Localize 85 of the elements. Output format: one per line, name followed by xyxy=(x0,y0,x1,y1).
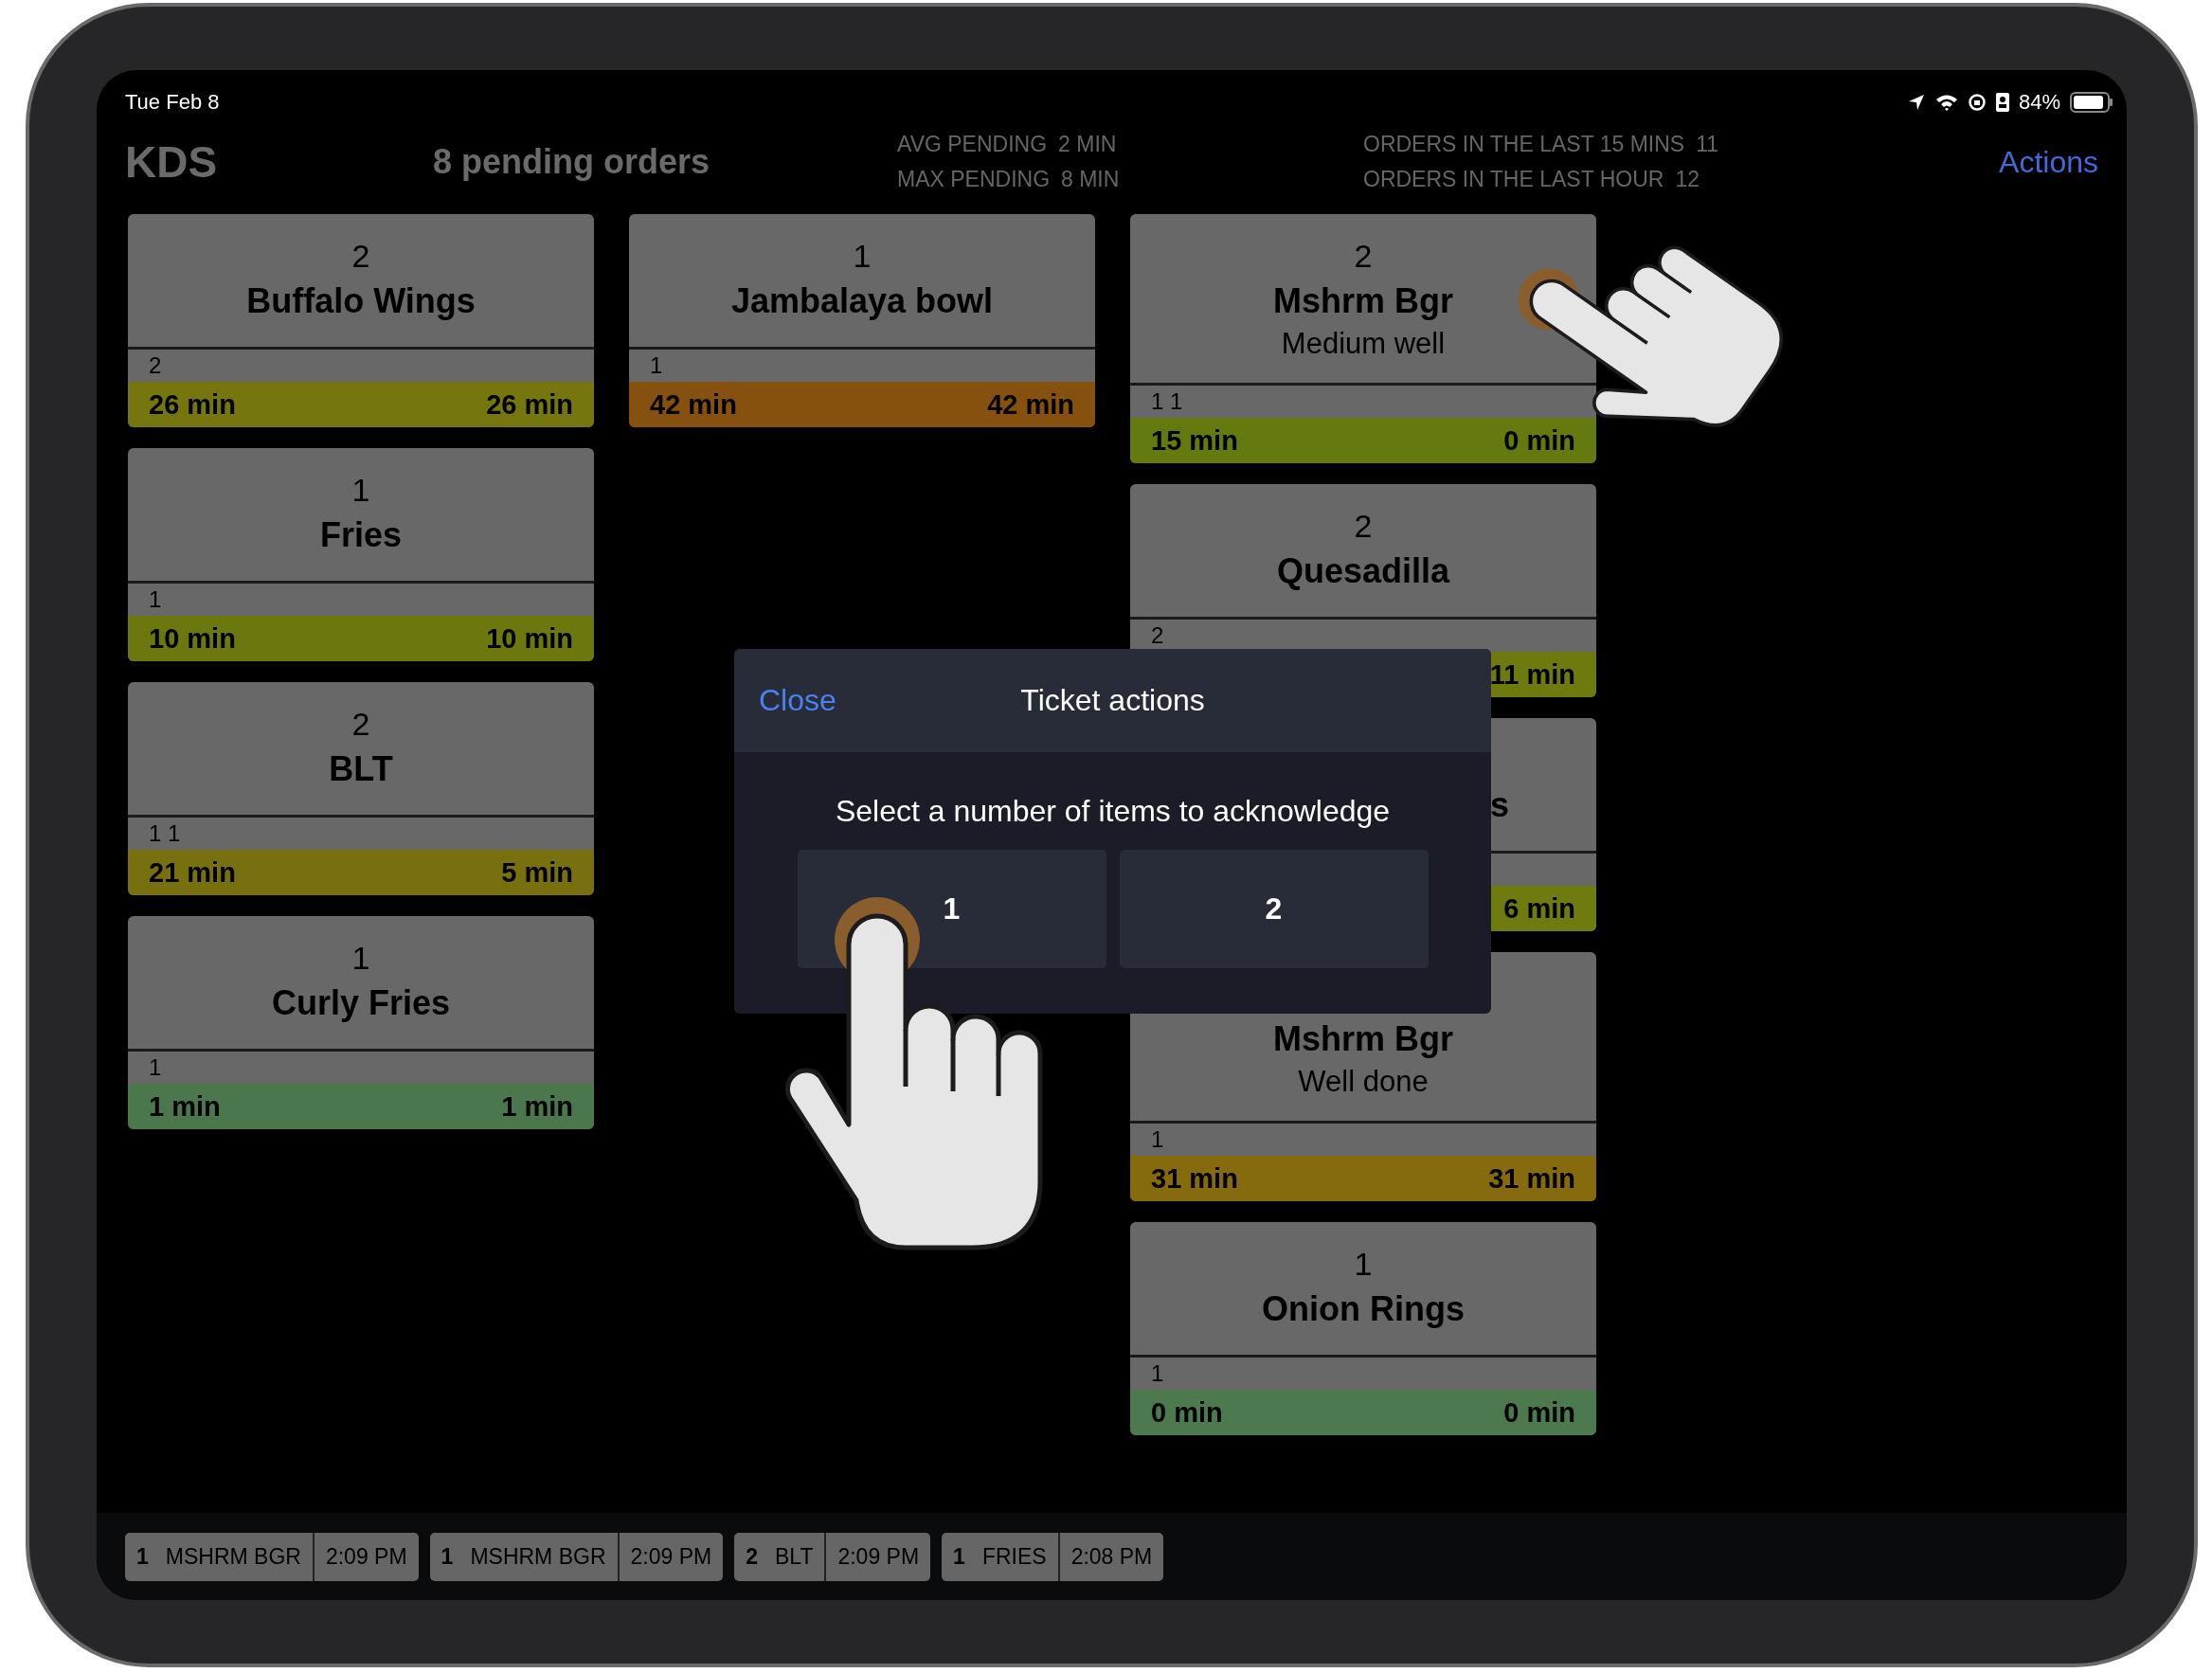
elapsed-time: 10 min xyxy=(149,622,236,655)
chip-time: 2:09 PM xyxy=(324,1542,408,1571)
seat-numbers: 1 xyxy=(149,586,162,612)
orders-stat: ORDERS IN THE LAST HOUR 12 xyxy=(1363,167,1700,192)
chip-time: 2:09 PM xyxy=(836,1542,921,1571)
elapsed-time: 21 min xyxy=(149,856,236,889)
chip-item: MSHRM BGR xyxy=(159,1532,315,1581)
order-card[interactable]: 2 Buffalo Wings 2 26 min 26 min xyxy=(128,214,594,427)
chip-item: FRIES xyxy=(976,1532,1060,1581)
item-quantity: 1 xyxy=(351,939,370,978)
chip-count: 1 xyxy=(952,1542,966,1571)
remaining-time: 31 min xyxy=(1488,1162,1575,1195)
recent-order-chip[interactable]: 2 BLT 2:09 PM xyxy=(734,1532,931,1581)
item-quantity: 1 xyxy=(1354,1245,1373,1284)
remaining-time: 5 min xyxy=(501,856,573,889)
portrait-icon xyxy=(1995,93,2009,112)
item-modifier: Medium well xyxy=(1281,326,1446,362)
chip-count: 2 xyxy=(745,1542,759,1571)
pending-stat: MAX PENDING 8 MIN xyxy=(897,167,1121,192)
wifi-icon xyxy=(1934,94,1958,111)
actions-button[interactable]: Actions xyxy=(1999,144,2098,180)
item-modifier: Well done xyxy=(1298,1064,1429,1100)
item-name: Onion Rings xyxy=(1262,1288,1465,1330)
chip-item: BLT xyxy=(768,1532,827,1581)
order-card[interactable]: 2 BLT 1 1 21 min 5 min xyxy=(128,682,594,895)
dialog-prompt: Select a number of items to acknowledge xyxy=(835,794,1391,829)
item-name: Mshrm Bgr xyxy=(1273,1018,1453,1060)
remaining-time: 42 min xyxy=(987,388,1074,421)
item-quantity: 1 xyxy=(351,471,370,510)
status-date: Tue Feb 8 xyxy=(125,90,220,115)
item-name: s xyxy=(1489,784,1509,826)
chip-count: 1 xyxy=(135,1542,150,1571)
item-quantity: 2 xyxy=(351,705,370,744)
recent-order-chip[interactable]: 1 MSHRM BGR 2:09 PM xyxy=(429,1532,724,1581)
recent-order-chip[interactable]: 1 MSHRM BGR 2:09 PM xyxy=(125,1532,419,1581)
item-name: Buffalo Wings xyxy=(246,280,476,322)
orders-stat: ORDERS IN THE LAST 15 MINS 11 xyxy=(1363,132,1720,157)
elapsed-time: 42 min xyxy=(650,388,737,421)
order-card[interactable]: 1 Jambalaya bowl 1 42 min 42 min xyxy=(629,214,1095,427)
chip-count: 1 xyxy=(440,1542,455,1571)
order-card[interactable]: 1 Curly Fries 1 1 min 1 min xyxy=(128,916,594,1129)
seat-numbers: 1 xyxy=(1151,1360,1164,1386)
elapsed-time: 1 min xyxy=(149,1090,221,1123)
remaining-time: 1 min xyxy=(501,1090,573,1123)
seat-numbers: 1 xyxy=(149,1054,162,1080)
pending-stat: AVG PENDING 2 MIN xyxy=(897,132,1118,157)
recent-order-chip[interactable]: 1 FRIES 2:08 PM xyxy=(942,1532,1164,1581)
seat-numbers: 1 xyxy=(1151,1126,1164,1152)
seat-numbers: 1 1 xyxy=(1151,388,1183,414)
remaining-time: 6 min xyxy=(1503,892,1575,925)
seat-numbers: 1 1 xyxy=(149,820,181,846)
close-button[interactable]: Close xyxy=(759,683,836,718)
chip-item: MSHRM BGR xyxy=(464,1532,620,1581)
elapsed-time: 31 min xyxy=(1151,1162,1238,1195)
item-name: BLT xyxy=(329,748,393,790)
item-name: Jambalaya bowl xyxy=(730,280,994,322)
item-quantity: 2 xyxy=(351,237,370,276)
item-quantity: 2 xyxy=(1354,507,1373,546)
seat-numbers: 1 xyxy=(650,352,663,378)
elapsed-time: 0 min xyxy=(1151,1396,1223,1429)
pending-orders: 8 pending orders xyxy=(433,142,711,182)
remaining-time: 26 min xyxy=(486,388,573,421)
item-quantity: 1 xyxy=(853,237,872,276)
order-card[interactable]: 1 Onion Rings 1 0 min 0 min xyxy=(1130,1222,1596,1435)
seat-numbers: 2 xyxy=(1151,622,1164,648)
chip-time: 2:09 PM xyxy=(629,1542,713,1571)
order-card[interactable]: 1 Fries 1 10 min 10 min xyxy=(128,448,594,661)
item-name: Mshrm Bgr xyxy=(1273,280,1453,322)
rotation-lock-icon xyxy=(1967,93,1987,112)
quantity-option[interactable]: 2 xyxy=(1119,850,1429,968)
elapsed-time: 26 min xyxy=(149,388,236,421)
remaining-time: 10 min xyxy=(486,622,573,655)
elapsed-time: 15 min xyxy=(1151,424,1238,457)
app-title: KDS xyxy=(125,136,219,188)
item-quantity: 2 xyxy=(1354,237,1373,276)
remaining-time: 11 min xyxy=(1489,658,1575,691)
remaining-time: 0 min xyxy=(1503,1396,1575,1429)
item-name: Curly Fries xyxy=(271,982,451,1024)
item-name: Fries xyxy=(319,514,402,556)
seat-numbers: 2 xyxy=(149,352,162,378)
remaining-time: 0 min xyxy=(1503,424,1575,457)
battery-icon xyxy=(2070,92,2113,113)
item-name: Quesadilla xyxy=(1276,550,1450,592)
battery-percent: 84% xyxy=(2018,90,2060,115)
chip-time: 2:08 PM xyxy=(1070,1542,1154,1571)
